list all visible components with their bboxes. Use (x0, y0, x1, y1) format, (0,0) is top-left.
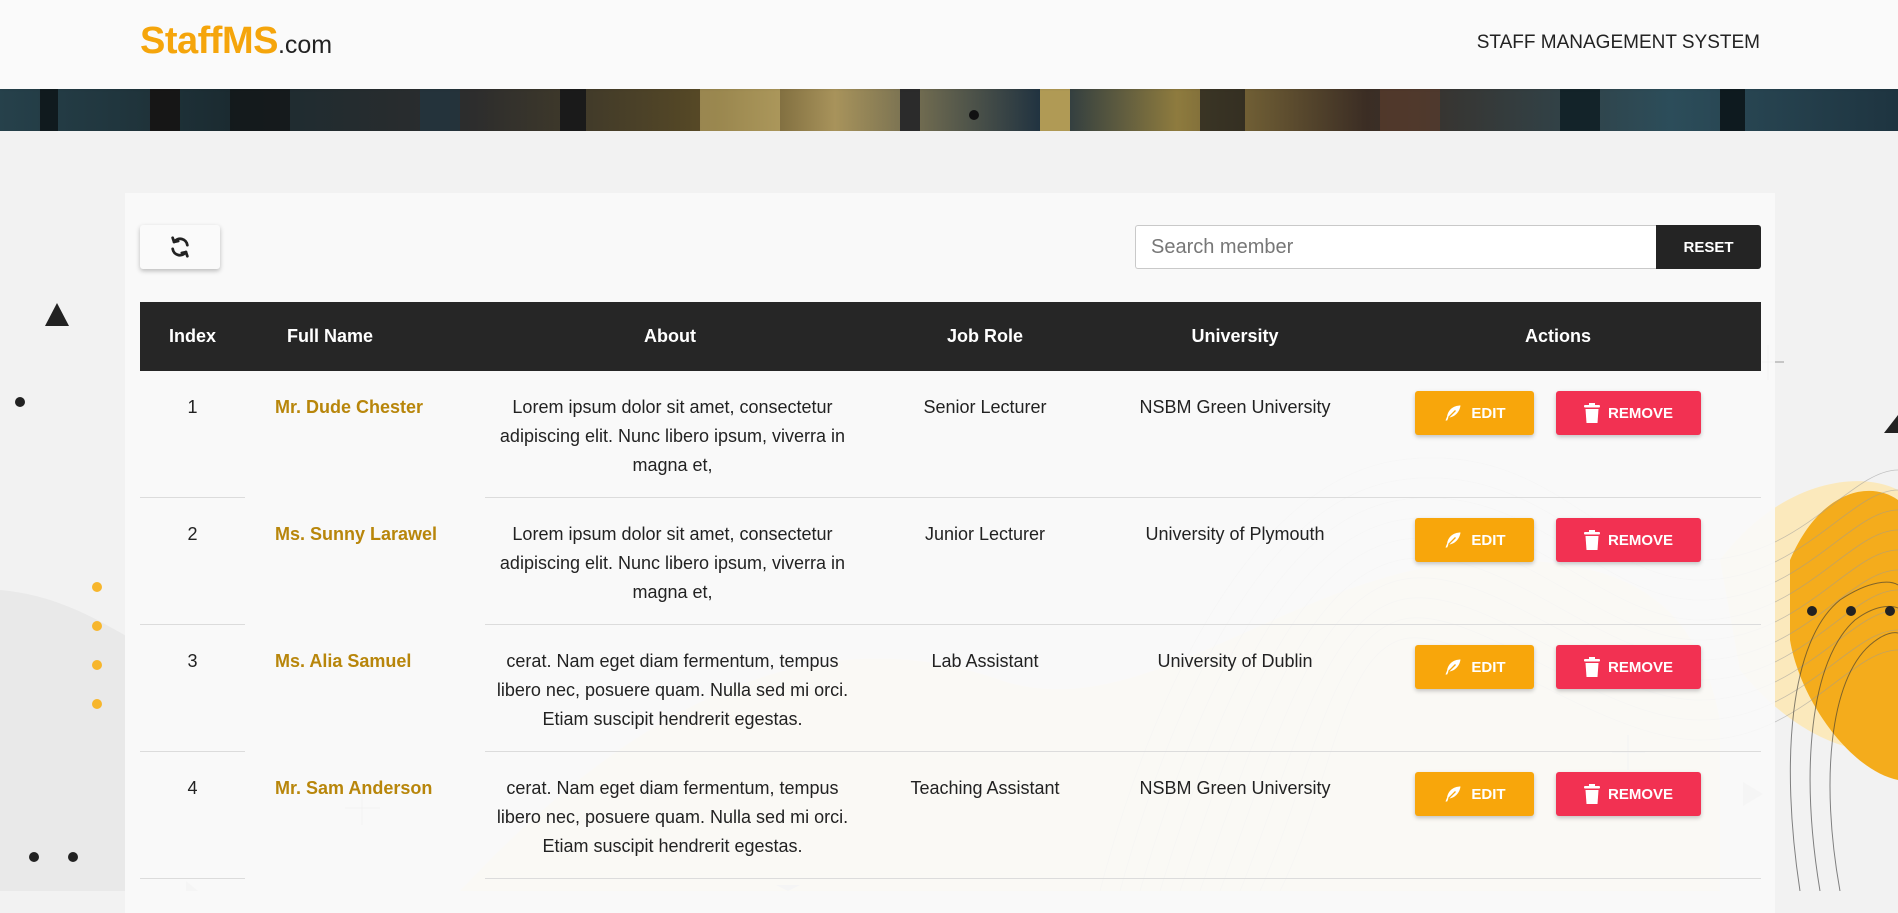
feather-icon (1445, 532, 1461, 548)
edit-button-label: EDIT (1471, 531, 1506, 549)
brand-suffix: .com (277, 31, 333, 59)
remove-button-label: REMOVE (1607, 531, 1673, 549)
row-divider (140, 878, 245, 879)
cell-job-role: Senior Lecturer (923, 397, 1047, 417)
table-row: 3 Ms. Alia Samuel cerat. Nam eget diam f… (140, 625, 1761, 752)
search-input[interactable] (1135, 225, 1657, 269)
edit-button[interactable]: EDIT (1415, 391, 1534, 435)
column-header-actions[interactable]: Actions (1415, 302, 1701, 371)
feather-icon (1445, 405, 1461, 421)
cell-index: 1 (187, 397, 198, 417)
column-header-about[interactable]: About (470, 302, 870, 371)
remove-button-label: REMOVE (1607, 404, 1673, 422)
table-row: 4 Mr. Sam Anderson cerat. Nam eget diam … (140, 752, 1761, 879)
column-header-job-role[interactable]: Job Role (885, 302, 1085, 371)
remove-button-label: REMOVE (1607, 658, 1673, 676)
edit-button[interactable]: EDIT (1415, 645, 1534, 689)
row-divider (485, 878, 1761, 879)
cell-about: cerat. Nam eget diam fermentum, tempus l… (496, 651, 849, 729)
trash-icon (1583, 657, 1600, 677)
remove-button[interactable]: REMOVE (1556, 391, 1701, 435)
feather-icon (1445, 786, 1461, 802)
feather-icon (1445, 659, 1461, 675)
cell-university: NSBM Green University (1139, 778, 1331, 798)
system-title: STAFF MANAGEMENT SYSTEM (1476, 32, 1760, 53)
reset-button[interactable]: RESET (1656, 225, 1761, 269)
cell-job-role: Lab Assistant (931, 651, 1039, 671)
remove-button[interactable]: REMOVE (1556, 645, 1701, 689)
cell-job-role: Teaching Assistant (910, 778, 1060, 798)
navbar: StaffMS.com STAFF MANAGEMENT SYSTEM (0, 0, 1898, 89)
refresh-button[interactable] (140, 225, 220, 269)
cell-university: University of Dublin (1157, 651, 1313, 671)
refresh-icon (171, 236, 189, 258)
cell-university: University of Plymouth (1145, 524, 1325, 544)
cell-about: Lorem ipsum dolor sit amet, consectetur … (499, 397, 846, 475)
table-header: Index Full Name About Job Role Universit… (140, 302, 1761, 371)
cell-index: 2 (187, 524, 198, 544)
cell-full-name[interactable]: Ms. Alia Samuel (275, 647, 475, 676)
trash-icon (1583, 784, 1600, 804)
table-row: 2 Ms. Sunny Larawel Lorem ipsum dolor si… (140, 498, 1761, 625)
cell-university: NSBM Green University (1139, 397, 1331, 417)
edit-button-label: EDIT (1471, 658, 1506, 676)
edit-button-label: EDIT (1471, 404, 1506, 422)
brand-logo[interactable]: StaffMS.com (140, 20, 332, 63)
cell-full-name[interactable]: Mr. Dude Chester (275, 393, 475, 422)
edit-button-label: EDIT (1471, 785, 1506, 803)
remove-button-label: REMOVE (1607, 785, 1673, 803)
trash-icon (1583, 403, 1600, 423)
remove-button[interactable]: REMOVE (1556, 772, 1701, 816)
edit-button[interactable]: EDIT (1415, 772, 1534, 816)
staff-table-card: RESET Index Full Name About Job Role Uni… (125, 193, 1775, 913)
cell-index: 4 (187, 778, 198, 798)
cell-index: 3 (187, 651, 198, 671)
cell-about: Lorem ipsum dolor sit amet, consectetur … (499, 524, 846, 602)
column-header-university[interactable]: University (1115, 302, 1355, 371)
banner-dot (969, 110, 979, 120)
column-header-full-name[interactable]: Full Name (245, 302, 415, 371)
header-banner (0, 89, 1898, 131)
brand-main: StaffMS (140, 20, 278, 62)
edit-button[interactable]: EDIT (1415, 518, 1534, 562)
column-header-index[interactable]: Index (140, 302, 245, 371)
trash-icon (1583, 530, 1600, 550)
table-row: 1 Mr. Dude Chester Lorem ipsum dolor sit… (140, 371, 1761, 498)
cell-job-role: Junior Lecturer (924, 524, 1046, 544)
cell-full-name[interactable]: Mr. Sam Anderson (275, 774, 475, 803)
remove-button[interactable]: REMOVE (1556, 518, 1701, 562)
cell-full-name[interactable]: Ms. Sunny Larawel (275, 520, 475, 549)
cell-about: cerat. Nam eget diam fermentum, tempus l… (496, 778, 849, 856)
